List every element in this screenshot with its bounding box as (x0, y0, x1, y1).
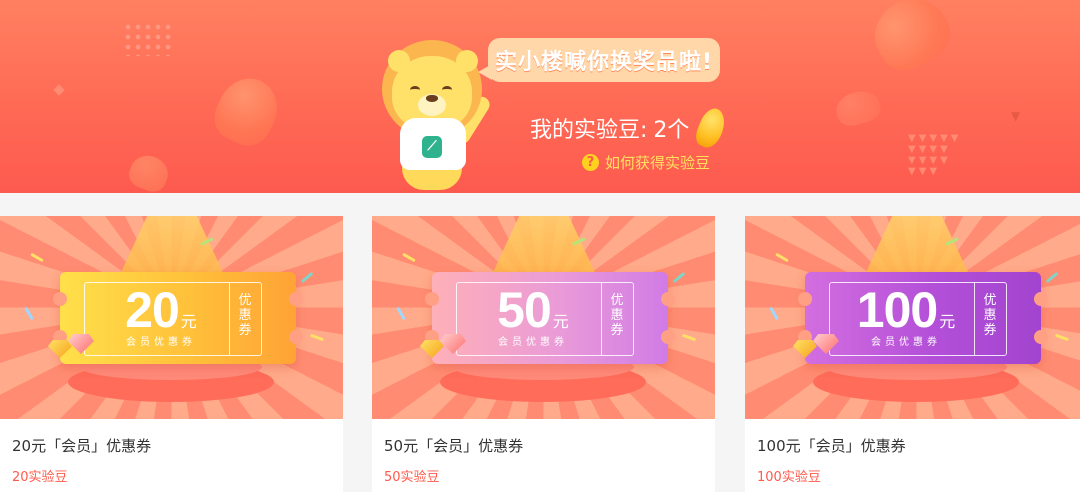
coupon-info: 20元「会员」优惠券 20实验豆 (0, 419, 343, 492)
banner: ▼▼▼▼▼ ▼▼▼▼ ▼▼▼▼ ▼▼▼ ▼ ⟋ 实小楼喊你换奖品啦! 我的实验豆: 2… (0, 0, 1080, 193)
my-beans: 我的实验豆: 2个 (530, 108, 723, 148)
coupon-image: 100 元 会员优惠券 优惠券 (745, 216, 1080, 419)
bean-decoration (862, 0, 960, 81)
coupon-info: 100元「会员」优惠券 100实验豆 (745, 419, 1080, 492)
ticket-divider (974, 283, 975, 355)
confetti-decoration (672, 271, 686, 284)
ticket-notch (425, 292, 439, 306)
coupon-side-label: 优惠券 (610, 293, 624, 338)
coupon-card-20[interactable]: 20 元 会员优惠券 优惠券 20元「会员」优惠券 20实验豆 (0, 216, 343, 492)
speech-text: 实小楼喊你换奖品啦! (494, 50, 714, 75)
coupon-amount: 100 元 会员优惠券 (838, 281, 974, 348)
triangle-decoration: ▼ (1011, 109, 1024, 123)
how-to-get-beans-link[interactable]: ? 如何获得实验豆 (582, 152, 710, 173)
ticket-notch (661, 330, 675, 344)
coupon-subtitle: 会员优惠券 (871, 337, 941, 348)
amount-unit: 元 (180, 312, 197, 331)
amount-unit: 元 (552, 312, 569, 331)
coupon-card-100[interactable]: 100 元 会员优惠券 优惠券 100元「会员」优惠券 100实验豆 (745, 216, 1080, 492)
confetti-decoration (775, 252, 789, 263)
coupon-amount: 50 元 会员优惠券 (465, 281, 601, 348)
ticket-notch (53, 292, 67, 306)
ticket-notch (1034, 292, 1048, 306)
beans-count: 2个 (653, 118, 690, 143)
triangle-pattern-decoration: ▼▼▼▼▼ ▼▼▼▼ ▼▼▼▼ ▼▼▼ (908, 133, 962, 177)
confetti-decoration (30, 252, 44, 263)
ticket-frame: 100 元 会员优惠券 优惠券 (829, 282, 1007, 356)
coupon-title[interactable]: 50元「会员」优惠券 (384, 435, 523, 456)
coupon-side-label: 优惠券 (238, 293, 252, 338)
bean-icon (699, 108, 723, 148)
amount-unit: 元 (939, 312, 956, 331)
help-link-text: 如何获得实验豆 (605, 154, 711, 172)
coupon-amount: 20 元 会员优惠券 (93, 281, 229, 348)
ticket-notch (661, 292, 675, 306)
coupon-ticket: 50 元 会员优惠券 优惠券 (425, 272, 675, 364)
amount-number: 100 (856, 282, 938, 338)
coupon-subtitle: 会员优惠券 (126, 337, 196, 348)
ticket-frame: 50 元 会员优惠券 优惠券 (456, 282, 634, 356)
dot-pattern-decoration (123, 22, 173, 56)
coupon-price: 50实验豆 (384, 470, 440, 485)
coupon-info: 50元「会员」优惠券 50实验豆 (372, 419, 715, 492)
amount-number: 20 (125, 282, 180, 338)
coupon-image: 50 元 会员优惠券 优惠券 (372, 216, 715, 419)
ticket-divider (229, 283, 230, 355)
mascot-nose (426, 95, 438, 102)
shirt-logo-icon: ⟋ (422, 136, 442, 158)
amount-number: 50 (497, 282, 552, 338)
beans-label: 我的实验豆: (530, 118, 648, 143)
speech-bubble: 实小楼喊你换奖品啦! (478, 38, 720, 82)
coupon-subtitle: 会员优惠券 (498, 337, 568, 348)
confetti-decoration (1045, 271, 1059, 284)
mascot-eye (410, 86, 420, 94)
mascot-eye (442, 86, 452, 94)
confetti-decoration (396, 306, 406, 321)
coupon-side-label: 优惠券 (983, 293, 997, 338)
diamond-decoration (53, 84, 65, 96)
coupon-ticket: 20 元 会员优惠券 优惠券 (53, 272, 303, 364)
confetti-decoration (402, 252, 416, 263)
ticket-notch (1034, 330, 1048, 344)
ticket-notch (289, 330, 303, 344)
confetti-decoration (309, 333, 325, 342)
bean-decoration (125, 150, 173, 193)
confetti-decoration (24, 306, 34, 321)
ticket-notch (289, 292, 303, 306)
coupon-price: 20实验豆 (12, 470, 68, 485)
question-icon: ? (582, 154, 599, 171)
coupon-ticket: 100 元 会员优惠券 优惠券 (798, 272, 1048, 364)
confetti-decoration (300, 271, 314, 284)
gem-icon (793, 334, 839, 360)
confetti-decoration (681, 333, 697, 342)
ticket-divider (601, 283, 602, 355)
coupon-price: 100实验豆 (757, 470, 821, 485)
bean-decoration (206, 68, 288, 154)
ticket-notch (798, 292, 812, 306)
coupon-title[interactable]: 100元「会员」优惠券 (757, 435, 906, 456)
ticket-frame: 20 元 会员优惠券 优惠券 (84, 282, 262, 356)
coupon-card-50[interactable]: 50 元 会员优惠券 优惠券 50元「会员」优惠券 50实验豆 (372, 216, 715, 492)
coupon-image: 20 元 会员优惠券 优惠券 (0, 216, 343, 419)
gem-icon (420, 334, 466, 360)
gem-icon (48, 334, 94, 360)
bean-decoration (832, 86, 884, 130)
coupon-title[interactable]: 20元「会员」优惠券 (12, 435, 151, 456)
confetti-decoration (769, 306, 779, 321)
confetti-decoration (1054, 333, 1070, 342)
